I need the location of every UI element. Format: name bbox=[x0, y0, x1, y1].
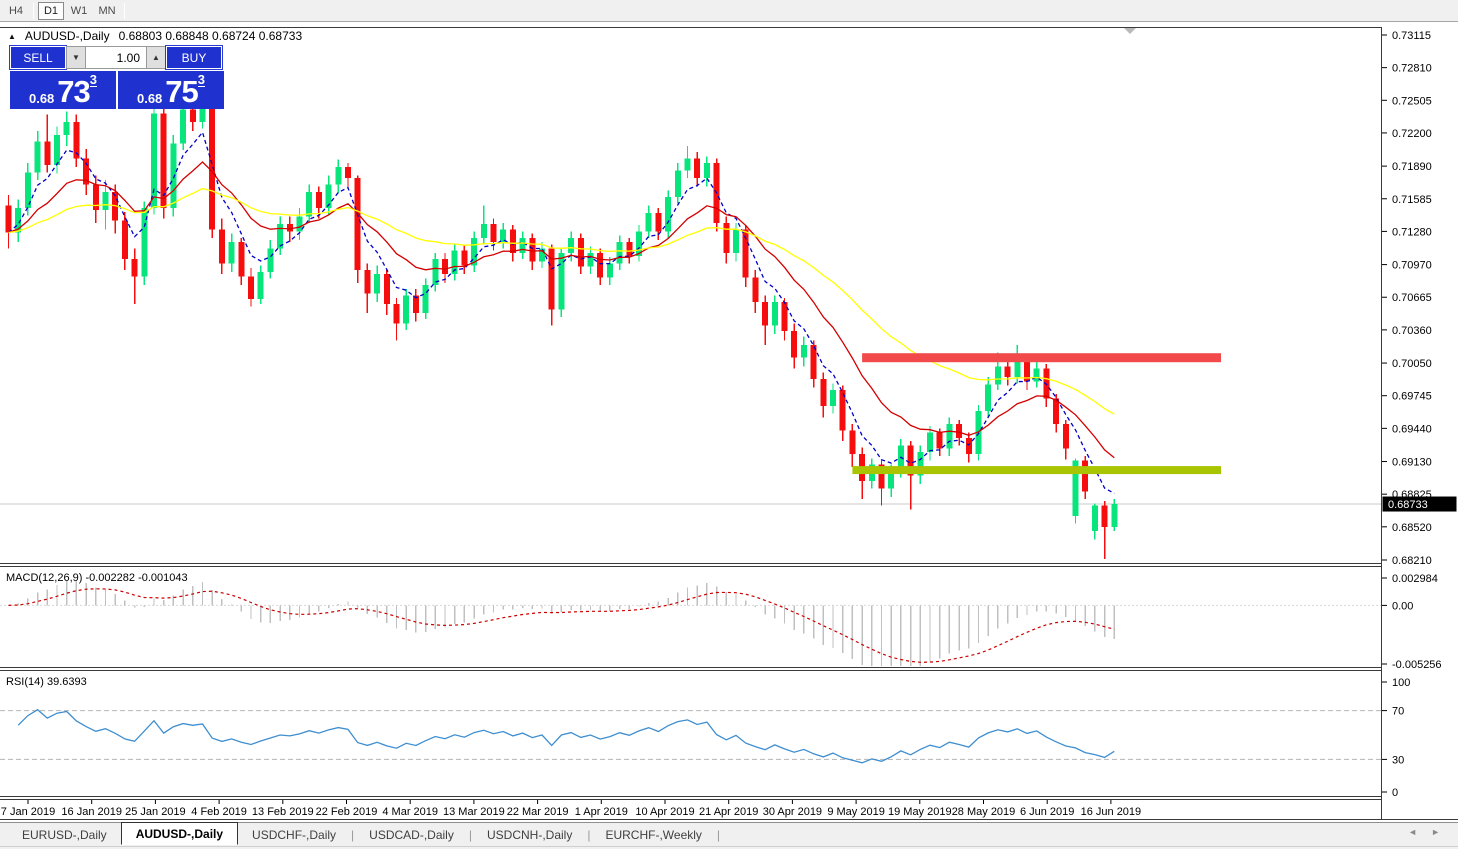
svg-text:13 Feb 2019: 13 Feb 2019 bbox=[252, 806, 314, 818]
chart-tab-eurusd-daily[interactable]: EURUSD-,Daily bbox=[8, 825, 121, 845]
price-axis: 0.73115 0.72810 0.72505 0.72200 0.71890 0.715… bbox=[1382, 30, 1432, 567]
svg-text:10 Apr 2019: 10 Apr 2019 bbox=[635, 806, 694, 818]
terminal-window: H4D1W1MN 0.731150.728100.725050.722000.7… bbox=[0, 0, 1458, 849]
svg-text:25 Jan 2019: 25 Jan 2019 bbox=[125, 806, 186, 818]
svg-text:0.70050: 0.70050 bbox=[1392, 358, 1432, 370]
svg-text:30 Apr 2019: 30 Apr 2019 bbox=[763, 806, 822, 818]
svg-text:0: 0 bbox=[1392, 787, 1398, 799]
timeframe-button-h4[interactable]: H4 bbox=[3, 2, 29, 20]
svg-text:0.72200: 0.72200 bbox=[1392, 128, 1432, 140]
support-line bbox=[852, 466, 1221, 474]
svg-text:100: 100 bbox=[1392, 677, 1410, 689]
tab-separator: | bbox=[716, 828, 721, 842]
one-click-trading-panel: SELL ▼ ▲ BUY 0.68 73 3 0.68 75 3 bbox=[10, 46, 224, 109]
sell-price-prefix: 0.68 bbox=[29, 91, 54, 106]
macd-histogram bbox=[9, 581, 1115, 666]
chart-frame bbox=[0, 28, 1458, 820]
svg-text:0.70665: 0.70665 bbox=[1392, 292, 1432, 304]
chart-canvas[interactable]: 0.73115 0.72810 0.72505 0.72200 0.71890 0.715… bbox=[0, 0, 1458, 821]
rsi-indicator-label: RSI(14) 39.6393 bbox=[6, 676, 87, 688]
svg-text:0.72505: 0.72505 bbox=[1392, 95, 1432, 107]
chart-tab-usdchf-daily[interactable]: USDCHF-,Daily bbox=[238, 825, 350, 845]
svg-text:0.70360: 0.70360 bbox=[1392, 325, 1432, 337]
candlestick-series bbox=[6, 82, 1118, 559]
timeframe-button-d1[interactable]: D1 bbox=[38, 2, 64, 20]
svg-text:0.71890: 0.71890 bbox=[1392, 161, 1432, 173]
svg-text:0.69130: 0.69130 bbox=[1392, 457, 1432, 469]
svg-text:21 Apr 2019: 21 Apr 2019 bbox=[699, 806, 758, 818]
sell-price-point: 3 bbox=[90, 74, 97, 87]
svg-text:4 Mar 2019: 4 Mar 2019 bbox=[382, 806, 438, 818]
sell-price-pips: 73 bbox=[57, 78, 89, 106]
svg-text:0.73115: 0.73115 bbox=[1392, 30, 1431, 42]
svg-text:0.00: 0.00 bbox=[1392, 600, 1413, 612]
svg-text:0.71585: 0.71585 bbox=[1392, 194, 1432, 206]
svg-text:0.68520: 0.68520 bbox=[1392, 522, 1432, 534]
chart-tab-eurchf-weekly[interactable]: EURCHF-,Weekly bbox=[591, 825, 715, 845]
svg-text:0.72810: 0.72810 bbox=[1392, 63, 1432, 75]
svg-text:0.70970: 0.70970 bbox=[1392, 260, 1432, 272]
macd-indicator-label: MACD(12,26,9) -0.002282 -0.001043 bbox=[6, 572, 188, 584]
svg-text:9 May 2019: 9 May 2019 bbox=[827, 806, 884, 818]
macd-signal-line bbox=[9, 589, 1115, 663]
svg-text:30: 30 bbox=[1392, 754, 1404, 766]
date-axis: 7 Jan 2019 16 Jan 201925 Jan 2019 4 Feb 20… bbox=[1, 800, 1141, 818]
svg-text:0.68733: 0.68733 bbox=[1388, 499, 1428, 511]
svg-text:6 Jun 2019: 6 Jun 2019 bbox=[1020, 806, 1074, 818]
buy-button[interactable]: BUY bbox=[166, 46, 222, 69]
chart-tab-usdcnh-daily[interactable]: USDCNH-,Daily bbox=[473, 825, 586, 845]
rsi-axis: 100 70 30 0 bbox=[1382, 677, 1410, 799]
chart-symbol-label: AUDUSD-,Daily bbox=[25, 29, 110, 43]
svg-text:0.69440: 0.69440 bbox=[1392, 423, 1432, 435]
svg-text:-0.005256: -0.005256 bbox=[1392, 659, 1442, 671]
svg-text:19 May 2019: 19 May 2019 bbox=[888, 806, 952, 818]
chart-tab-bar: EURUSD-,DailyAUDUSD-,DailyUSDCHF-,Daily |… bbox=[0, 822, 1458, 846]
toolbar-separator bbox=[33, 3, 34, 19]
timeframe-button-mn[interactable]: MN bbox=[94, 2, 120, 20]
svg-text:70: 70 bbox=[1392, 706, 1404, 718]
chart-header: ▲ AUDUSD-,Daily 0.68803 0.68848 0.68724 … bbox=[8, 29, 302, 43]
buy-price-quote[interactable]: 0.68 75 3 bbox=[118, 71, 224, 109]
toolbar-separator bbox=[124, 3, 125, 19]
collapse-panel-icon[interactable]: ▲ bbox=[8, 32, 16, 41]
buy-price-prefix: 0.68 bbox=[137, 91, 162, 106]
chart-tab-audusd-daily[interactable]: AUDUSD-,Daily bbox=[121, 822, 238, 845]
svg-text:4 Feb 2019: 4 Feb 2019 bbox=[191, 806, 247, 818]
resistance-line bbox=[862, 353, 1221, 362]
chart-shift-marker-icon[interactable] bbox=[1124, 28, 1136, 34]
buy-price-pips: 75 bbox=[165, 78, 197, 106]
svg-text:1 Apr 2019: 1 Apr 2019 bbox=[575, 806, 628, 818]
sell-button[interactable]: SELL bbox=[10, 46, 66, 69]
volume-decrease-button[interactable]: ▼ bbox=[66, 46, 86, 69]
macd-axis: 0.002984 0.00 -0.005256 bbox=[1382, 573, 1442, 671]
svg-text:0.68210: 0.68210 bbox=[1392, 555, 1432, 567]
volume-input[interactable] bbox=[86, 46, 146, 69]
svg-text:0.69745: 0.69745 bbox=[1392, 391, 1432, 403]
svg-text:13 Mar 2019: 13 Mar 2019 bbox=[443, 806, 505, 818]
timeframe-button-w1[interactable]: W1 bbox=[66, 2, 92, 20]
svg-text:0.002984: 0.002984 bbox=[1392, 573, 1438, 585]
timeframe-toolbar: H4 D1W1MN bbox=[0, 0, 1458, 22]
tabs-scroll-left-icon[interactable]: ◄ bbox=[1408, 827, 1417, 837]
svg-text:16 Jan 2019: 16 Jan 2019 bbox=[61, 806, 122, 818]
svg-text:22 Feb 2019: 22 Feb 2019 bbox=[316, 806, 378, 818]
svg-text:16 Jun 2019: 16 Jun 2019 bbox=[1081, 806, 1142, 818]
sell-price-quote[interactable]: 0.68 73 3 bbox=[10, 71, 116, 109]
svg-text:7 Jan 2019: 7 Jan 2019 bbox=[1, 806, 55, 818]
svg-text:28 May 2019: 28 May 2019 bbox=[952, 806, 1016, 818]
rsi-line bbox=[18, 710, 1114, 763]
chart-tab-usdcad-daily[interactable]: USDCAD-,Daily bbox=[355, 825, 468, 845]
current-price-tag: 0.68733 bbox=[1383, 497, 1457, 512]
volume-increase-button[interactable]: ▲ bbox=[146, 46, 166, 69]
chart-ohlc-values: 0.68803 0.68848 0.68724 0.68733 bbox=[119, 29, 303, 43]
svg-text:0.71280: 0.71280 bbox=[1392, 226, 1432, 238]
buy-price-point: 3 bbox=[198, 74, 205, 87]
svg-text:22 Mar 2019: 22 Mar 2019 bbox=[507, 806, 569, 818]
tabs-scroll-right-icon[interactable]: ► bbox=[1431, 827, 1440, 837]
